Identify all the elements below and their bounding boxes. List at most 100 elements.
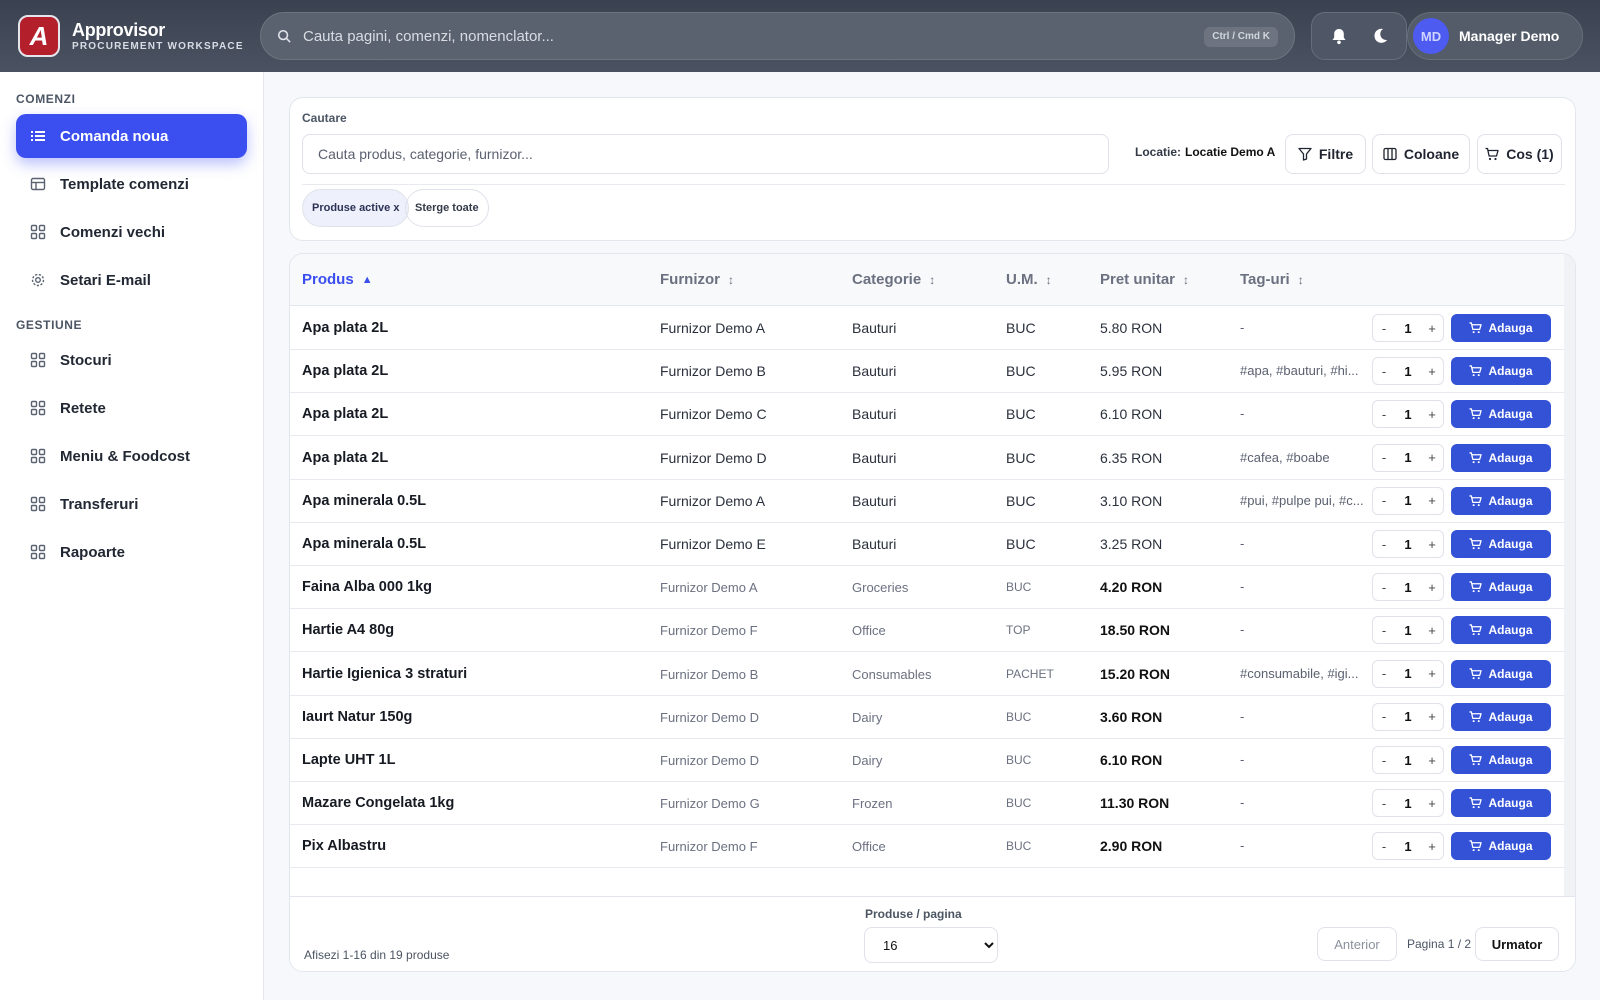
add-to-cart-button[interactable]: Adauga [1451, 530, 1551, 558]
quantity-value[interactable]: 1 [1397, 623, 1419, 638]
sidebar-item-transferuri[interactable]: Transferuri [16, 482, 247, 526]
unit-price: 3.60 RON [1100, 708, 1163, 725]
sidebar-item-rapoarte[interactable]: Rapoarte [16, 530, 247, 574]
active-filter-chip[interactable]: Produse active x [302, 189, 410, 227]
unit-price: 6.10 RON [1100, 406, 1163, 423]
add-to-cart-button[interactable]: Adauga [1451, 400, 1551, 429]
filters-button[interactable]: Filtre [1285, 134, 1366, 174]
increment-button[interactable]: + [1421, 709, 1443, 724]
sidebar-item-template-comenzi[interactable]: Template comenzi [16, 162, 247, 206]
decrement-button[interactable]: - [1373, 666, 1395, 681]
quantity-value[interactable]: 1 [1397, 537, 1419, 552]
sidebar-item-comanda-noua[interactable]: Comanda noua [16, 114, 247, 158]
table-row: Pix Albastru Furnizor Demo F Office BUC 2.90… [290, 824, 1566, 869]
increment-button[interactable]: + [1421, 364, 1443, 379]
per-page-select[interactable]: 16 [864, 927, 998, 963]
increment-button[interactable]: + [1421, 407, 1443, 422]
add-to-cart-button[interactable]: Adauga [1451, 573, 1551, 602]
increment-button[interactable]: + [1421, 623, 1443, 638]
add-to-cart-button[interactable]: Adauga [1451, 702, 1551, 731]
increment-button[interactable]: + [1421, 321, 1443, 336]
cart-button[interactable]: Cos (1) [1477, 134, 1562, 174]
clear-all-chip[interactable]: Sterge toate [405, 189, 489, 227]
add-to-cart-button[interactable]: Adauga [1451, 789, 1551, 818]
decrement-button[interactable]: - [1373, 623, 1395, 638]
quantity-value[interactable]: 1 [1397, 580, 1419, 595]
decrement-button[interactable]: - [1373, 450, 1395, 465]
quantity-value[interactable]: 1 [1397, 364, 1419, 379]
topbar-icon-group [1311, 12, 1407, 60]
decrement-button[interactable]: - [1373, 537, 1395, 552]
column-header-produs[interactable]: Produs ▲ [302, 271, 373, 288]
product-name: Faina Alba 000 1kg [302, 579, 433, 596]
add-to-cart-button[interactable]: Adauga [1451, 486, 1551, 515]
table-row: Faina Alba 000 1kg Furnizor Demo A Groceri… [290, 565, 1566, 610]
global-search-input[interactable] [303, 27, 1163, 45]
column-header-label: Produs [302, 271, 354, 288]
sidebar-item-stocuri[interactable]: Stocuri [16, 338, 247, 382]
decrement-button[interactable]: - [1373, 493, 1395, 508]
column-header-furnizor[interactable]: Furnizor ↕ [660, 271, 734, 288]
increment-button[interactable]: + [1421, 666, 1443, 681]
increment-button[interactable]: + [1421, 839, 1443, 854]
quantity-value[interactable]: 1 [1397, 450, 1419, 465]
quantity-value[interactable]: 1 [1397, 321, 1419, 336]
decrement-button[interactable]: - [1373, 753, 1395, 768]
add-to-cart-button[interactable]: Adauga [1451, 832, 1551, 861]
add-to-cart-button[interactable]: Adauga [1451, 746, 1551, 774]
table-scrollbar[interactable] [1564, 254, 1575, 896]
quantity-value[interactable]: 1 [1397, 666, 1419, 681]
decrement-button[interactable]: - [1373, 796, 1395, 811]
sidebar-item-meniu-foodcost[interactable]: Meniu & Foodcost [16, 434, 247, 478]
quantity-stepper: -1 + [1372, 573, 1444, 602]
increment-button[interactable]: + [1421, 450, 1443, 465]
column-header-pret[interactable]: Pret unitar ↕ [1100, 271, 1189, 288]
unit-of-measure: PACHET [1006, 666, 1054, 681]
location-selector[interactable]: Locatie: Locatie Demo A [1135, 145, 1275, 159]
add-to-cart-button[interactable]: Adauga [1451, 357, 1551, 386]
global-search[interactable]: Ctrl / Cmd K [260, 12, 1295, 60]
search-icon [277, 29, 291, 43]
increment-button[interactable]: + [1421, 537, 1443, 552]
increment-button[interactable]: + [1421, 796, 1443, 811]
decrement-button[interactable]: - [1373, 709, 1395, 724]
columns-button[interactable]: Coloane [1372, 134, 1470, 174]
decrement-button[interactable]: - [1373, 407, 1395, 422]
sidebar-item-comenzi-vechi[interactable]: Comenzi vechi [16, 210, 247, 254]
decrement-button[interactable]: - [1373, 364, 1395, 379]
quantity-value[interactable]: 1 [1397, 753, 1419, 768]
next-page-button[interactable]: Urmator [1475, 927, 1559, 961]
add-to-cart-button[interactable]: Adauga [1451, 616, 1551, 645]
quantity-value[interactable]: 1 [1397, 493, 1419, 508]
column-header-categorie[interactable]: Categorie ↕ [852, 271, 935, 288]
bell-icon[interactable] [1323, 20, 1355, 52]
column-header-um[interactable]: U.M. ↕ [1006, 271, 1052, 288]
quantity-value[interactable]: 1 [1397, 407, 1419, 422]
decrement-button[interactable]: - [1373, 839, 1395, 854]
product-name: Apa plata 2L [302, 320, 389, 336]
quantity-value[interactable]: 1 [1397, 839, 1419, 854]
sidebar-item-retete[interactable]: Retete [16, 386, 247, 430]
increment-button[interactable]: + [1421, 493, 1443, 508]
increment-button[interactable]: + [1421, 580, 1443, 595]
add-to-cart-button[interactable]: Adauga [1451, 314, 1551, 342]
increment-button[interactable]: + [1421, 753, 1443, 768]
user-menu[interactable]: MD Manager Demo [1407, 12, 1583, 60]
brand[interactable]: A Approvisor PROCUREMENT WORKSPACE [18, 15, 258, 57]
quantity-stepper: -1 + [1372, 314, 1444, 342]
table-row: Apa plata 2L Furnizor Demo C Bauturi BUC 6.1… [290, 392, 1566, 437]
quantity-value[interactable]: 1 [1397, 796, 1419, 811]
add-to-cart-button[interactable]: Adauga [1451, 443, 1551, 472]
previous-page-button[interactable]: Anterior [1317, 927, 1397, 961]
product-search-input[interactable] [302, 134, 1109, 174]
decrement-button[interactable]: - [1373, 580, 1395, 595]
sidebar-item-setari-email[interactable]: Setari E-mail [16, 258, 247, 302]
moon-icon[interactable] [1364, 20, 1396, 52]
column-header-taguri[interactable]: Tag-uri ↕ [1240, 271, 1304, 288]
decrement-button[interactable]: - [1373, 321, 1395, 336]
add-button-label: Adauga [1488, 623, 1533, 638]
quantity-value[interactable]: 1 [1397, 709, 1419, 724]
quantity-stepper: -1 + [1372, 616, 1444, 645]
add-to-cart-button[interactable]: Adauga [1451, 659, 1551, 688]
table-row: Hartie A4 80g Furnizor Demo F Office TOP 18.… [290, 608, 1566, 653]
